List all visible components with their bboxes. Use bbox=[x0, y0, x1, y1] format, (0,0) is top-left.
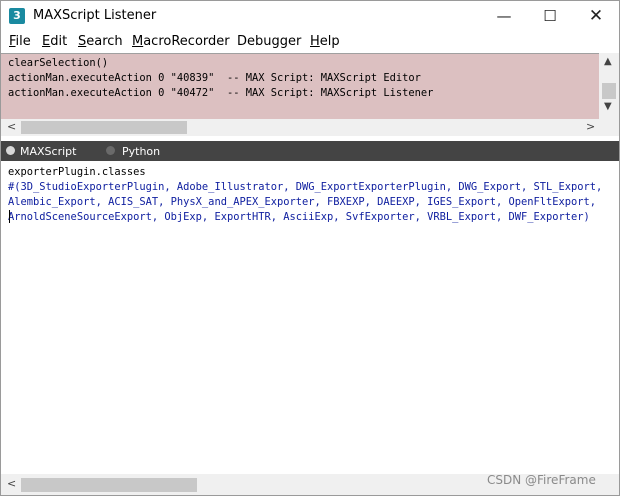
menu-debugger[interactable]: Debugger bbox=[237, 34, 301, 49]
text-caret bbox=[9, 210, 10, 223]
menu-bar: File Edit Search MacroRecorder Debugger … bbox=[1, 32, 619, 52]
scroll-up-arrow-icon[interactable]: ▲ bbox=[604, 56, 612, 67]
window-title: MAXScript Listener bbox=[33, 8, 157, 23]
scroll-right-arrow-icon[interactable]: > bbox=[586, 120, 595, 133]
tab-python[interactable]: Python bbox=[122, 145, 160, 158]
menu-help[interactable]: Help bbox=[310, 34, 340, 49]
minimize-button[interactable]: — bbox=[481, 1, 527, 32]
language-tab-bar: MAXScript Python bbox=[1, 141, 619, 161]
macro-line: clearSelection() bbox=[8, 57, 109, 69]
csdn-watermark: CSDN @FireFrame bbox=[487, 473, 596, 487]
result-line: #(3D_StudioExporterPlugin, Adobe_Illustr… bbox=[8, 181, 603, 193]
scrollbar-thumb[interactable] bbox=[21, 121, 187, 134]
listener-output-pane[interactable]: exporterPlugin.classes #(3D_StudioExporte… bbox=[1, 161, 619, 474]
listener-output-text[interactable]: exporterPlugin.classes #(3D_StudioExporte… bbox=[8, 165, 613, 225]
scroll-left-arrow-icon[interactable]: < bbox=[7, 120, 16, 133]
menu-edit[interactable]: Edit bbox=[42, 34, 67, 49]
scrollbar-thumb[interactable] bbox=[21, 478, 197, 492]
macro-vertical-scrollbar[interactable]: ▲ ▼ bbox=[599, 53, 619, 119]
close-button[interactable]: ✕ bbox=[573, 1, 619, 32]
result-line: Alembic_Export, ACIS_SAT, PhysX_and_APEX… bbox=[8, 196, 597, 208]
title-bar[interactable]: 3 MAXScript Listener — ☐ ✕ bbox=[1, 1, 619, 32]
macro-recorder-text[interactable]: clearSelection() actionMan.executeAction … bbox=[8, 56, 598, 101]
tab-maxscript[interactable]: MAXScript bbox=[20, 145, 76, 158]
scrollbar-thumb[interactable] bbox=[602, 83, 616, 99]
command-line: exporterPlugin.classes bbox=[8, 166, 146, 178]
macro-horizontal-scrollbar[interactable]: < > bbox=[1, 119, 599, 136]
scroll-down-arrow-icon[interactable]: ▼ bbox=[604, 101, 612, 112]
python-radio-icon[interactable] bbox=[106, 146, 115, 155]
macro-line: actionMan.executeAction 0 "40839" -- MAX… bbox=[8, 72, 421, 84]
maxscript-radio-icon[interactable] bbox=[6, 146, 15, 155]
result-line: ArnoldSceneSourceExport, ObjExp, ExportH… bbox=[8, 211, 590, 223]
menu-search[interactable]: Search bbox=[78, 34, 123, 49]
3dsmax-app-icon: 3 bbox=[9, 8, 25, 24]
scrollbar-corner bbox=[599, 119, 619, 136]
maximize-button[interactable]: ☐ bbox=[527, 1, 573, 32]
scroll-left-arrow-icon[interactable]: < bbox=[7, 477, 16, 490]
macro-line: actionMan.executeAction 0 "40472" -- MAX… bbox=[8, 87, 434, 99]
menu-macrorecorder[interactable]: MacroRecorder bbox=[132, 34, 230, 49]
maxscript-listener-window: 3 MAXScript Listener — ☐ ✕ File Edit Sea… bbox=[0, 0, 620, 496]
menu-file[interactable]: File bbox=[9, 34, 31, 49]
